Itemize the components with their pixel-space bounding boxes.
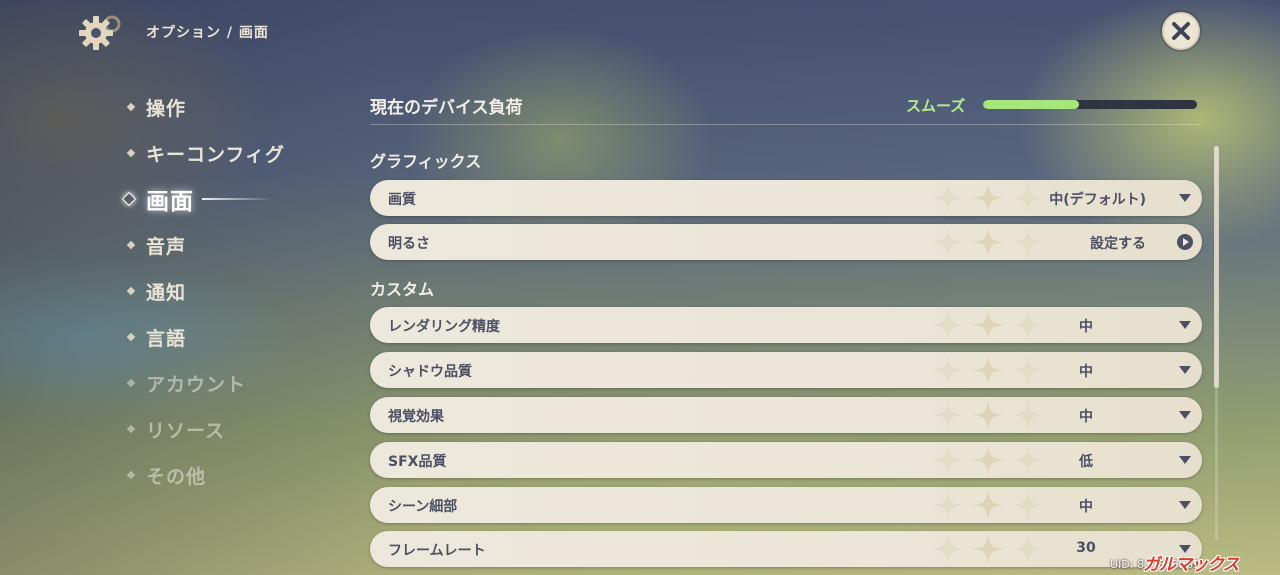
setting-row-shadow-quality[interactable]: シャドウ品質 中 bbox=[370, 352, 1202, 388]
sidebar-item-language[interactable]: 言語 bbox=[120, 314, 340, 360]
sidebar-item-resources[interactable]: リソース bbox=[120, 406, 340, 452]
chevron-down-icon bbox=[1179, 321, 1191, 329]
arrow-right-icon bbox=[1177, 234, 1193, 250]
sidebar-item-label: リソース bbox=[146, 419, 226, 442]
decorative-star-icon bbox=[972, 489, 1004, 521]
decorative-star-icon bbox=[1012, 182, 1044, 214]
diamond-bullet-icon bbox=[126, 378, 136, 388]
sidebar-item-label: アカウント bbox=[146, 373, 247, 396]
game-screen: オプション / 画面 操作 キーコンフィグ 画面 音声 通知 言語 アカウント … bbox=[0, 0, 1280, 575]
decorative-star-icon bbox=[932, 444, 964, 476]
setting-value: 中(デフォルト) bbox=[1049, 192, 1146, 208]
decorative-star-icon bbox=[972, 399, 1004, 431]
chevron-down-icon bbox=[1179, 501, 1191, 509]
setting-value: 中 bbox=[1079, 409, 1093, 425]
setting-label: レンダリング精度 bbox=[388, 319, 500, 335]
decorative-star-icon bbox=[932, 182, 964, 214]
setting-label: フレームレート bbox=[388, 543, 486, 559]
decorative-star-icon bbox=[1012, 309, 1044, 341]
setting-value: 低 bbox=[1079, 454, 1093, 470]
sidebar-item-label: 操作 bbox=[146, 97, 187, 120]
sidebar-item-label: 通知 bbox=[146, 281, 187, 304]
sidebar-item-audio[interactable]: 音声 bbox=[120, 222, 340, 268]
decorative-star-icon bbox=[1012, 533, 1044, 565]
setting-row-visual-effects[interactable]: 視覚効果 中 bbox=[370, 397, 1202, 433]
decorative-star-icon bbox=[932, 399, 964, 431]
diamond-bullet-icon bbox=[126, 240, 136, 250]
sidebar-item-label: 音声 bbox=[146, 235, 187, 258]
selection-glint bbox=[202, 198, 272, 200]
sidebar-item-notifications[interactable]: 通知 bbox=[120, 268, 340, 314]
setting-row-scene-detail[interactable]: シーン細部 中 bbox=[370, 487, 1202, 523]
decorative-star-icon bbox=[972, 354, 1004, 386]
setting-label: SFX品質 bbox=[388, 454, 447, 470]
diamond-bullet-icon bbox=[126, 102, 136, 112]
setting-label: シャドウ品質 bbox=[388, 364, 472, 380]
sidebar-nav: 操作 キーコンフィグ 画面 音声 通知 言語 アカウント リソース その他 bbox=[120, 84, 340, 498]
section-title-custom: カスタム bbox=[370, 280, 435, 299]
scrollbar-thumb[interactable] bbox=[1214, 146, 1219, 388]
decorative-star-icon bbox=[932, 533, 964, 565]
sidebar-item-other[interactable]: その他 bbox=[120, 452, 340, 498]
decorative-star-icon bbox=[972, 444, 1004, 476]
setting-row-frame-rate[interactable]: フレームレート 30 bbox=[370, 531, 1202, 567]
diamond-bullet-icon bbox=[126, 424, 136, 434]
chevron-down-icon bbox=[1179, 456, 1191, 464]
decorative-star-icon bbox=[972, 309, 1004, 341]
decorative-star-icon bbox=[1012, 399, 1044, 431]
chevron-down-icon bbox=[1179, 411, 1191, 419]
decorative-star-icon bbox=[972, 226, 1004, 258]
decorative-star-icon bbox=[1012, 489, 1044, 521]
device-load-status: スムーズ bbox=[906, 97, 966, 115]
diamond-bullet-icon bbox=[121, 191, 137, 207]
close-button[interactable] bbox=[1162, 12, 1200, 50]
chevron-down-icon bbox=[1179, 366, 1191, 374]
setting-row-sfx-quality[interactable]: SFX品質 低 bbox=[370, 442, 1202, 478]
decorative-star-icon bbox=[972, 182, 1004, 214]
setting-row-quality[interactable]: 画質 中(デフォルト) bbox=[370, 180, 1202, 216]
watermark-logo: ガルマックス bbox=[1143, 555, 1239, 575]
setting-value: 設定する bbox=[1090, 236, 1146, 252]
setting-label: シーン細部 bbox=[388, 499, 458, 515]
decorative-star-icon bbox=[1012, 226, 1044, 258]
setting-value: 30 bbox=[1076, 540, 1096, 556]
breadcrumb: オプション / 画面 bbox=[146, 25, 269, 41]
setting-value: 中 bbox=[1079, 364, 1093, 380]
sidebar-item-label: その他 bbox=[146, 465, 207, 488]
setting-label: 視覚効果 bbox=[388, 409, 444, 425]
sidebar-item-graphics[interactable]: 画面 bbox=[120, 176, 340, 222]
diamond-bullet-icon bbox=[126, 470, 136, 480]
device-load-bar-fill bbox=[983, 100, 1080, 109]
close-icon bbox=[1172, 22, 1190, 40]
setting-row-render-resolution[interactable]: レンダリング精度 中 bbox=[370, 307, 1202, 343]
diamond-bullet-icon bbox=[126, 332, 136, 342]
sidebar-item-label: 言語 bbox=[146, 327, 187, 350]
setting-label: 明るさ bbox=[388, 236, 430, 252]
diamond-bullet-icon bbox=[126, 286, 136, 296]
chevron-down-icon bbox=[1179, 194, 1191, 202]
setting-label: 画質 bbox=[388, 192, 416, 208]
device-load-bar bbox=[983, 100, 1197, 109]
section-title-graphics: グラフィックス bbox=[370, 152, 482, 171]
decorative-star-icon bbox=[932, 354, 964, 386]
gear-icon bbox=[76, 12, 124, 52]
divider bbox=[370, 124, 1202, 125]
decorative-star-icon bbox=[972, 533, 1004, 565]
decorative-star-icon bbox=[932, 309, 964, 341]
setting-row-brightness[interactable]: 明るさ 設定する bbox=[370, 224, 1202, 260]
sidebar-item-account[interactable]: アカウント bbox=[120, 360, 340, 406]
sidebar-item-key-config[interactable]: キーコンフィグ bbox=[120, 130, 340, 176]
decorative-star-icon bbox=[932, 489, 964, 521]
decorative-star-icon bbox=[1012, 444, 1044, 476]
device-load-title: 現在のデバイス負荷 bbox=[370, 98, 523, 118]
setting-value: 中 bbox=[1079, 499, 1093, 515]
decorative-star-icon bbox=[932, 226, 964, 258]
diamond-bullet-icon bbox=[126, 148, 136, 158]
sidebar-item-label: 画面 bbox=[146, 189, 194, 215]
sidebar-item-controls[interactable]: 操作 bbox=[120, 84, 340, 130]
decorative-star-icon bbox=[1012, 354, 1044, 386]
sidebar-item-label: キーコンフィグ bbox=[146, 143, 286, 166]
setting-value: 中 bbox=[1079, 319, 1093, 335]
